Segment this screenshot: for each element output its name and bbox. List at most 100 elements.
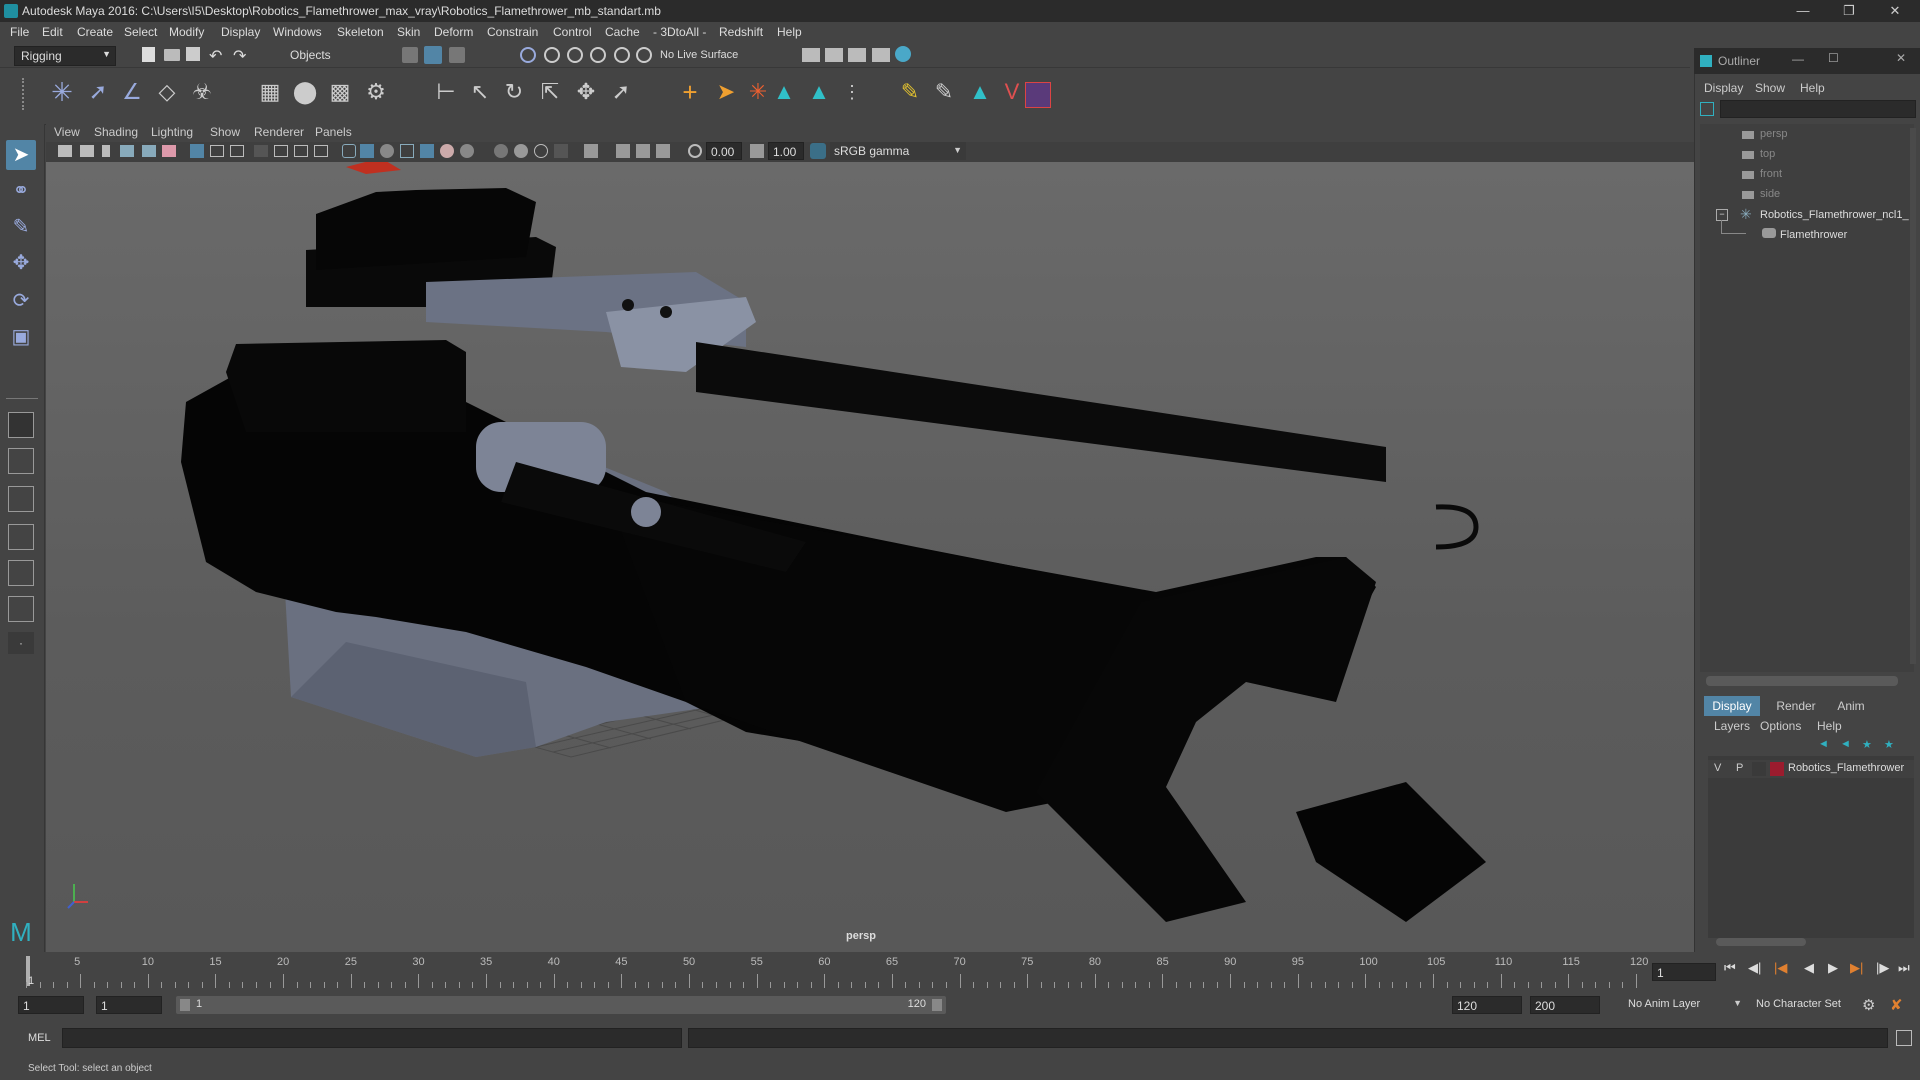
driven-key-icon[interactable]: ➤ [712,78,740,106]
goto-end-icon[interactable]: ⏭ [1898,960,1910,976]
range-handle-start[interactable] [180,999,190,1011]
new-scene-icon[interactable] [142,47,155,62]
play-backward-icon[interactable]: ◀ [1804,960,1814,976]
textured-icon[interactable] [420,144,434,158]
rotate-tool-icon[interactable]: ⟳ [6,286,36,316]
shelf-handle[interactable] [22,78,30,110]
undo-icon[interactable]: ↶ [209,46,222,66]
persp-graph-view-icon[interactable] [8,560,34,586]
menu-help[interactable]: Help [777,25,802,39]
layer-menu-help[interactable]: Help [1817,719,1842,733]
scale-constraint-icon[interactable]: ⇱ [536,78,564,106]
perspective-viewport[interactable]: persp [46,162,1694,952]
panel-menu-panels[interactable]: Panels [315,125,352,139]
step-forward-key-icon[interactable]: ▶| [1850,960,1863,976]
safe-action-icon[interactable] [294,145,308,157]
grease-pencil-icon[interactable] [162,145,176,157]
outliner-persp-view-icon[interactable] [8,596,34,622]
goto-start-icon[interactable]: ⏮ [1724,960,1736,976]
layout-menu-button[interactable]: · [8,632,34,654]
point-constraint-icon[interactable]: ⊢ [432,78,460,106]
aim-constraint-icon[interactable]: ↖ [466,78,494,106]
depth-of-field-icon[interactable] [554,144,568,158]
attribute-icon[interactable]: ⋮ [838,78,866,106]
screen-space-ao-icon[interactable] [494,144,508,158]
anti-aliasing-icon[interactable] [534,144,548,158]
skin-weights-icon[interactable]: ✎ [930,78,958,106]
menu-control[interactable]: Control [553,25,592,39]
pole-vector-icon[interactable]: ➚ [607,78,635,106]
set-key-icon[interactable]: ✳ [744,78,772,106]
layer-name[interactable]: Robotics_Flamethrower [1788,762,1912,774]
outliner-item-top[interactable]: top [1760,148,1775,160]
layer-visibility-toggle[interactable]: V [1714,762,1721,774]
new-layer-selected-icon[interactable]: ★ [1884,738,1894,751]
save-scene-icon[interactable] [186,47,200,61]
image-plane-icon[interactable] [120,145,134,157]
command-input[interactable] [62,1028,682,1048]
exposure-icon[interactable] [688,144,702,158]
menu-edit[interactable]: Edit [42,25,63,39]
character-set-dropdown[interactable]: No Character Set [1750,996,1856,1014]
orient-joint-icon[interactable]: ☣ [188,78,216,106]
menu-skeleton[interactable]: Skeleton [337,25,384,39]
move-tool-icon[interactable]: ✥ [6,248,36,278]
layer-color-swatch[interactable] [1770,762,1784,776]
view-transform-dropdown[interactable]: sRGB gamma ▼ [830,142,966,160]
side-by-side-view-icon[interactable] [8,486,34,512]
hik-icon-1[interactable]: ▲ [770,78,798,106]
deform-icon[interactable]: V [998,78,1026,106]
layer-menu-layers[interactable]: Layers [1714,719,1750,733]
menu-deform[interactable]: Deform [434,25,473,39]
xray-components-icon[interactable] [656,144,670,158]
scale-tool-icon[interactable]: ▣ [6,322,36,352]
render-frame-icon[interactable] [825,48,843,62]
orient-constraint-icon[interactable]: ↻ [500,78,528,106]
anim-prefs-icon[interactable]: ✘ [1890,996,1903,1014]
cluster-icon[interactable]: ⚙ [362,78,390,106]
gate-mask-icon[interactable] [254,145,268,157]
playback-start-field[interactable]: 1 [96,996,162,1014]
snap-grid-icon[interactable] [520,47,536,63]
menu-redshift[interactable]: Redshift [719,25,763,39]
step-back-key-icon[interactable]: |◀ [1774,960,1787,976]
gamma-field[interactable]: 1.00 [768,142,804,160]
lasso-tool-icon[interactable]: ⚭ [6,176,36,206]
four-view-icon[interactable] [8,448,34,474]
select-by-hierarchy-icon[interactable] [402,47,418,63]
outliner-search-input[interactable] [1720,100,1916,118]
outliner-menu-help[interactable]: Help [1800,81,1825,95]
motion-blur-icon[interactable] [514,144,528,158]
render-shelf-icon[interactable] [1025,82,1051,108]
hypershade-icon[interactable] [895,46,911,62]
minimize-button[interactable]: — [1780,0,1826,22]
anim-layer-dropdown[interactable]: No Anim Layer ▼ [1622,996,1742,1014]
select-tool-icon[interactable]: ➤ [6,140,36,170]
menu-cache[interactable]: Cache [605,25,640,39]
live-surface-label[interactable]: No Live Surface [660,49,738,61]
scene-end-field[interactable]: 200 [1530,996,1600,1014]
menu-select[interactable]: Select [124,25,157,39]
ik-spline-icon[interactable]: ∠ [118,78,146,106]
play-forward-icon[interactable]: ▶ [1828,960,1838,976]
paint-select-icon[interactable]: ✎ [6,212,36,242]
outliner-item-mesh[interactable]: Flamethrower [1780,229,1847,241]
move-layer-up-icon[interactable]: ◄ [1818,738,1829,750]
range-handle-end[interactable] [932,999,942,1011]
menu-windows[interactable]: Windows [273,25,322,39]
gamma-icon[interactable] [750,144,764,158]
panel-menu-view[interactable]: View [54,125,80,139]
snap-curve-icon[interactable] [544,47,560,63]
close-button[interactable]: ✕ [1872,0,1918,22]
snap-view-plane-icon[interactable] [590,47,606,63]
exposure-field[interactable]: 0.00 [706,142,742,160]
script-editor-icon[interactable] [1896,1030,1912,1046]
hik-icon-3[interactable]: ▲ [966,78,994,106]
lattice-icon[interactable]: ▩ [326,78,354,106]
outliner-menu-show[interactable]: Show [1755,81,1785,95]
layer-playback-toggle[interactable]: P [1736,762,1743,774]
outliner-minimize-button[interactable]: — [1792,52,1804,66]
outliner-hscrollbar[interactable] [1706,676,1898,686]
range-slider-bar[interactable]: 1 120 [176,996,946,1014]
render-view-icon[interactable] [802,48,820,62]
